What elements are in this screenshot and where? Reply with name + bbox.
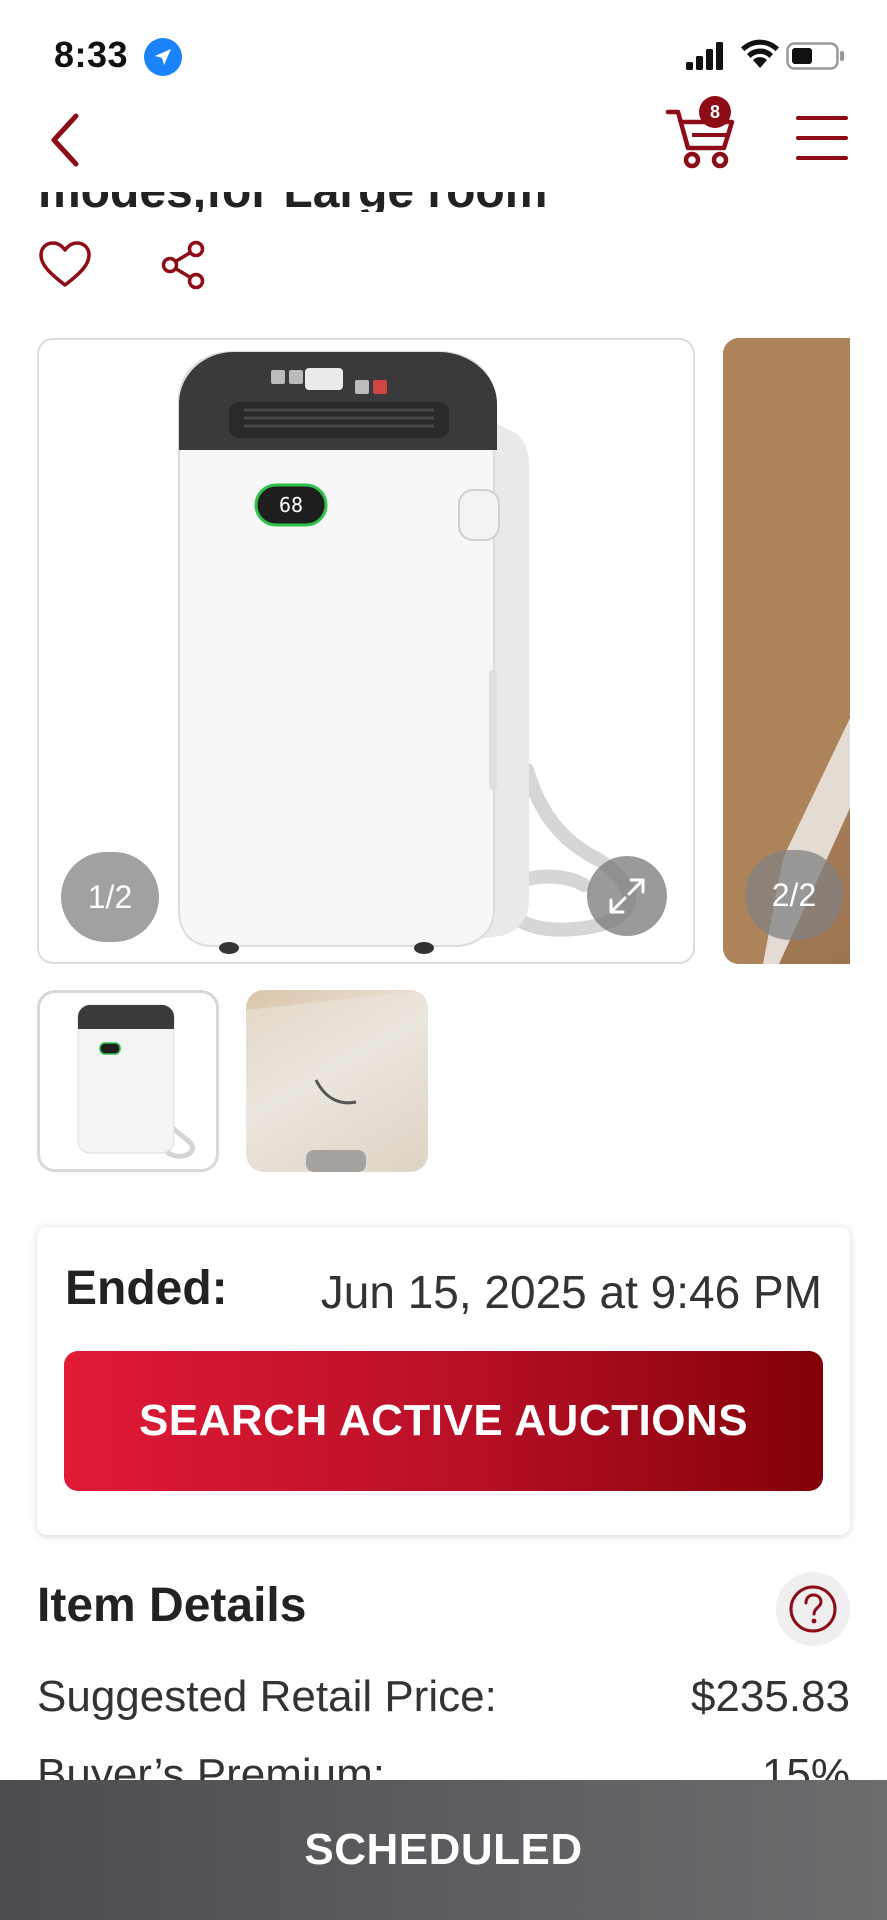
thumbnail[interactable] bbox=[37, 990, 219, 1172]
image-counter: 2/2 bbox=[745, 850, 843, 940]
scheduled-label: SCHEDULED bbox=[304, 1825, 583, 1874]
hamburger-menu-icon bbox=[796, 116, 848, 160]
status-time: 8:33 bbox=[54, 34, 129, 75]
product-title-container: modes,for Large room bbox=[38, 192, 858, 212]
help-button[interactable] bbox=[776, 1572, 850, 1646]
menu-button[interactable] bbox=[796, 110, 848, 166]
bottom-status-bar[interactable]: SCHEDULED bbox=[0, 1780, 887, 1920]
carousel-slide[interactable]: 68 1/2 bbox=[37, 338, 695, 964]
nav-bar bbox=[0, 100, 887, 192]
thumbnail[interactable] bbox=[246, 990, 428, 1172]
product-title: modes,for Large room bbox=[38, 192, 547, 212]
svg-text:68: 68 bbox=[279, 493, 303, 517]
battery-icon bbox=[786, 42, 844, 70]
expand-image-button[interactable] bbox=[587, 856, 667, 936]
image-carousel[interactable]: 68 1/2 2/2 bbox=[0, 338, 850, 966]
item-details-heading: Item Details bbox=[37, 1579, 307, 1632]
wifi-icon bbox=[741, 39, 779, 68]
thumbnail-image bbox=[77, 1004, 195, 1159]
favorite-button[interactable] bbox=[38, 240, 92, 290]
heart-icon bbox=[39, 241, 91, 287]
ended-label: Ended: bbox=[65, 1262, 228, 1315]
retail-price-label: Suggested Retail Price: bbox=[37, 1672, 497, 1721]
help-icon bbox=[789, 1585, 837, 1633]
auction-status-card: Ended: Jun 15, 2025 at 9:46 PM SEARCH AC… bbox=[37, 1227, 850, 1535]
back-chevron-icon bbox=[51, 113, 79, 167]
share-icon bbox=[161, 240, 205, 290]
carousel-slide[interactable]: 2/2 bbox=[723, 338, 850, 964]
thumbnail-image bbox=[246, 990, 428, 1172]
signal-icon bbox=[686, 42, 723, 70]
share-button[interactable] bbox=[160, 240, 208, 290]
expand-icon bbox=[609, 878, 645, 914]
ended-date: Jun 15, 2025 at 9:46 PM bbox=[320, 1266, 822, 1318]
location-arrow-icon bbox=[144, 38, 182, 76]
retail-price-value: $235.83 bbox=[690, 1672, 850, 1721]
status-bar: 8:33 bbox=[0, 0, 887, 100]
search-active-auctions-button[interactable]: SEARCH ACTIVE AUCTIONS bbox=[64, 1351, 823, 1491]
image-counter: 1/2 bbox=[61, 852, 159, 942]
cart-count-badge: 8 bbox=[699, 96, 731, 128]
back-button[interactable] bbox=[42, 108, 90, 172]
